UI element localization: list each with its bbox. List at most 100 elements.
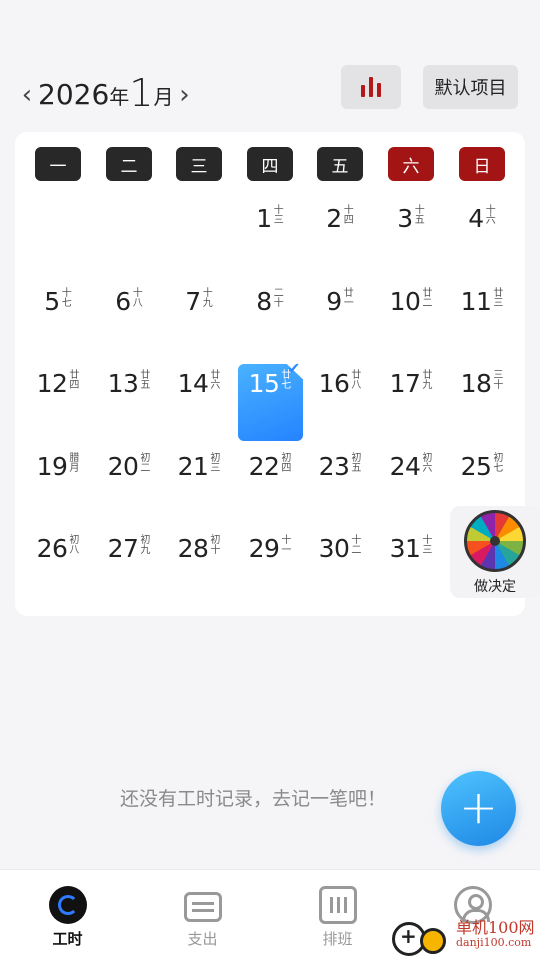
lunar-date: 二十 (273, 288, 284, 309)
chevron-left-icon[interactable]: ‹ (18, 80, 36, 110)
month-unit: 月 (153, 85, 174, 109)
day-number: 30 (318, 533, 350, 563)
lunar-date: 初四 (281, 453, 292, 474)
lunar-date: 初九 (140, 535, 151, 556)
day-number: 22 (248, 451, 280, 481)
day-number: 7 (185, 286, 201, 316)
day-number: 26 (36, 533, 68, 563)
day-cell[interactable]: 11 廿三 (447, 281, 517, 321)
day-cell[interactable]: 24 初六 (376, 446, 446, 486)
tab-worktime[interactable]: 工时 (0, 870, 135, 960)
calendar-header: ‹ 2026 年 1 月 › 默认项目 (0, 62, 540, 114)
day-cell[interactable]: 3 十五 (376, 198, 446, 238)
add-record-button[interactable]: + (441, 771, 516, 846)
day-cell[interactable]: 17 廿九 (376, 363, 446, 403)
tab-expense[interactable]: 支出 (135, 870, 270, 960)
day-cell[interactable]: 7 十九 (164, 281, 234, 321)
watermark-circle (420, 928, 446, 954)
day-cell[interactable]: 2 十四 (305, 198, 375, 238)
lunar-date: 十二 (351, 535, 362, 556)
day-cell[interactable]: 29 十一 (235, 528, 305, 568)
watermark: + 单机100网 danji100.com (390, 912, 540, 960)
weekday-label: 四 (247, 147, 293, 181)
day-number: 10 (389, 286, 421, 316)
lunar-date: 初七 (493, 453, 504, 474)
day-number: 6 (115, 286, 131, 316)
chevron-right-icon[interactable]: › (175, 80, 193, 110)
year-unit: 年 (109, 85, 130, 109)
day-cell[interactable]: 20 初二 (94, 446, 164, 486)
lunar-date: 廿五 (140, 370, 151, 391)
lunar-date: 廿七 (281, 370, 292, 391)
decide-label: 做决定 (474, 579, 516, 595)
weekday-label: 三 (176, 147, 222, 181)
day-cell[interactable]: 31 十三 (376, 528, 446, 568)
day-number: 11 (460, 286, 492, 316)
day-number: 12 (36, 368, 68, 398)
day-cell[interactable]: 1 十三 (235, 198, 305, 238)
year-label: 2026 (38, 78, 110, 111)
schedule-icon (319, 886, 357, 924)
day-cell[interactable]: 21 初三 (164, 446, 234, 486)
day-number: 21 (177, 451, 209, 481)
lunar-date: 初六 (422, 453, 433, 474)
day-cell[interactable]: 22 初四 (235, 446, 305, 486)
lunar-date: 十三 (422, 535, 433, 556)
lunar-date: 廿八 (351, 370, 362, 391)
month-title[interactable]: 2026 年 1 月 (38, 74, 174, 112)
day-number: 20 (107, 451, 139, 481)
day-cell-today[interactable]: 15 廿七 (235, 363, 305, 403)
day-cell[interactable]: 23 初五 (305, 446, 375, 486)
day-cell[interactable]: 16 廿八 (305, 363, 375, 403)
default-project-button[interactable]: 默认项目 (423, 65, 518, 109)
lunar-date: 廿二 (422, 288, 433, 309)
day-cell[interactable]: 12 廿四 (23, 363, 93, 403)
lunar-date: 十四 (343, 205, 354, 226)
lunar-date: 廿一 (343, 288, 354, 309)
plus-icon: + (400, 924, 417, 948)
statistics-button[interactable] (341, 65, 401, 109)
lunar-date: 十六 (485, 205, 496, 226)
day-cell[interactable]: 28 初十 (164, 528, 234, 568)
day-cell[interactable]: 19 腊月 (23, 446, 93, 486)
lunar-date: 十七 (61, 288, 72, 309)
lunar-date: 廿四 (69, 370, 80, 391)
lunar-date: 十五 (414, 205, 425, 226)
bar-chart-icon-bar (369, 77, 373, 97)
day-cell[interactable]: 25 初七 (447, 446, 517, 486)
day-number: 9 (326, 286, 342, 316)
lunar-date: 廿六 (210, 370, 221, 391)
worktime-icon (49, 886, 87, 924)
day-cell[interactable]: 26 初八 (23, 528, 93, 568)
month-navigator: ‹ 2026 年 1 月 › (18, 70, 193, 112)
decide-widget[interactable]: 做决定 (450, 506, 540, 598)
day-number: 28 (177, 533, 209, 563)
lunar-date: 廿三 (493, 288, 504, 309)
day-cell[interactable]: 5 十七 (23, 281, 93, 321)
day-cell[interactable]: 13 廿五 (94, 363, 164, 403)
day-cell[interactable]: 18 三十 (447, 363, 517, 403)
day-number: 5 (44, 286, 60, 316)
weekday-label: 日 (459, 147, 505, 181)
day-cell[interactable]: 6 十八 (94, 281, 164, 321)
day-cell[interactable]: 10 廿二 (376, 281, 446, 321)
day-cell[interactable]: 9 廿一 (305, 281, 375, 321)
day-cell[interactable]: 27 初九 (94, 528, 164, 568)
day-cell[interactable]: 4 十六 (447, 198, 517, 238)
wallet-icon (184, 892, 222, 922)
lunar-date: 三十 (493, 370, 504, 391)
tab-schedule[interactable]: 排班 (270, 870, 405, 960)
watermark-url: danji100.com (456, 936, 532, 949)
lunar-date: 初五 (351, 453, 362, 474)
day-number: 24 (389, 451, 421, 481)
watermark-name: 单机100网 (456, 918, 535, 937)
lunar-date: 十三 (273, 205, 284, 226)
weekday-label: 二 (106, 147, 152, 181)
day-cell[interactable]: 14 廿六 (164, 363, 234, 403)
day-cell[interactable]: 30 十二 (305, 528, 375, 568)
day-cell[interactable]: 8 二十 (235, 281, 305, 321)
day-number: 13 (107, 368, 139, 398)
wheel-icon (464, 510, 526, 572)
lunar-date: 初八 (69, 535, 80, 556)
day-number: 17 (389, 368, 421, 398)
